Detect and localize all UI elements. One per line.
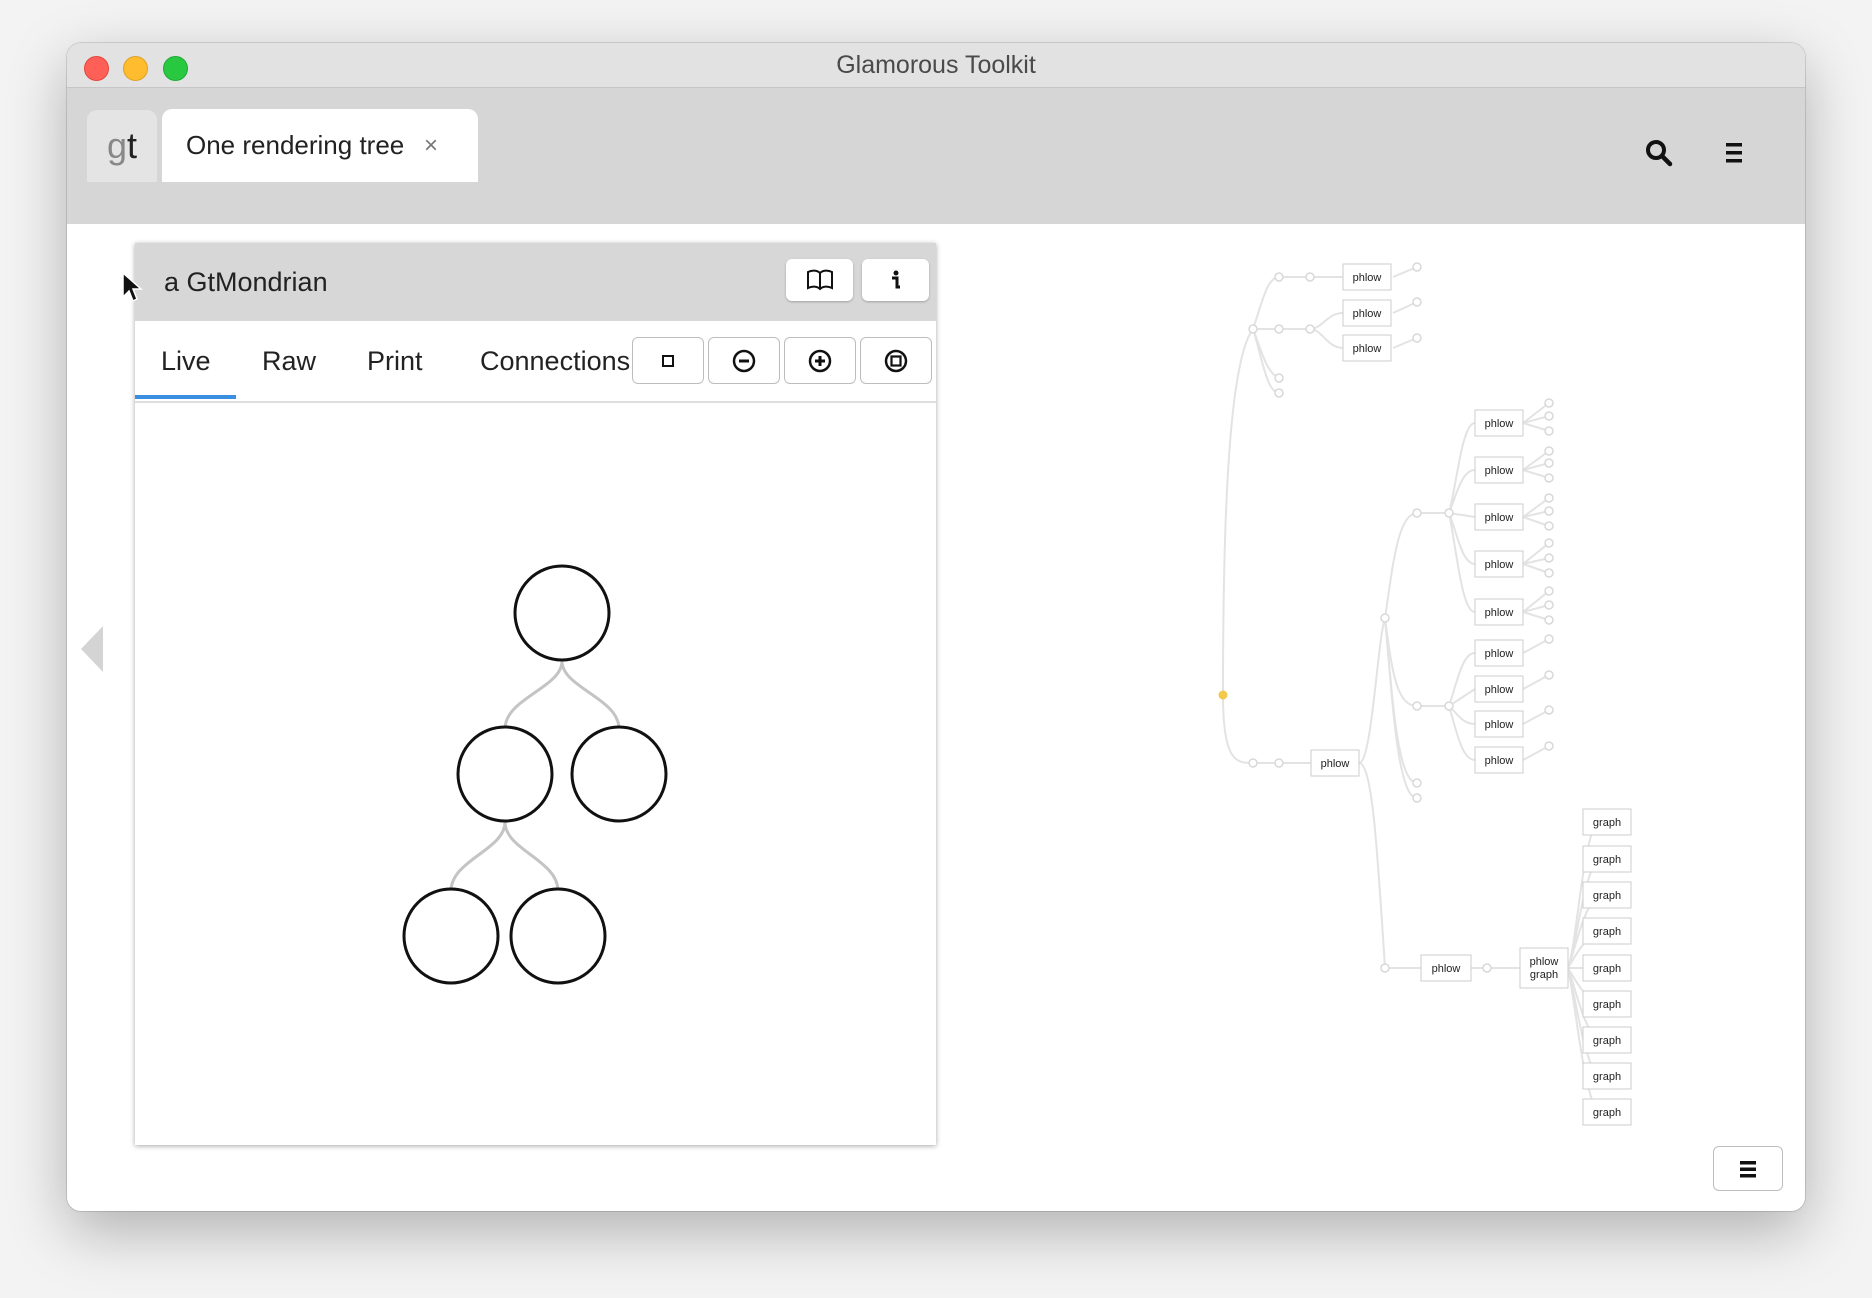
tree-phlow-node[interactable]: phlow [1474,746,1524,774]
tree-phlow-graph-node[interactable]: phlowgraph [1519,947,1569,989]
gt-logo-t: t [127,125,138,166]
svg-text:phlow: phlow [1485,559,1514,571]
tab-one-rendering-tree[interactable]: One rendering tree × [162,109,478,182]
info-button[interactable] [862,259,929,301]
mondrian-node[interactable] [509,887,607,985]
search-icon[interactable] [1643,137,1675,169]
tree-graph-node[interactable]: graph [1582,1062,1632,1090]
view-tabs: Live Raw Print Connections [135,321,936,403]
tab-bar: gt One rendering tree × [67,88,1805,224]
svg-text:phlow: phlow [1485,465,1514,477]
tree-graph-node[interactable]: graph [1582,990,1632,1018]
info-icon [891,270,900,289]
book-icon [806,269,833,291]
zoom-in-button[interactable] [784,337,856,384]
zoom-to-fit-button[interactable] [860,337,932,384]
square-icon [662,354,674,367]
mondrian-canvas[interactable] [135,403,936,1145]
tree-phlow-node[interactable]: phlow [1474,550,1524,578]
svg-text:graph: graph [1530,969,1558,981]
tab-raw[interactable]: Raw [262,321,316,401]
tree-graph-node[interactable]: graph [1582,954,1632,982]
svg-text:phlow: phlow [1353,308,1382,320]
tree-graph-node[interactable]: graph [1582,1026,1632,1054]
svg-text:phlow: phlow [1353,343,1382,355]
zoom-to-fit-icon [884,349,908,372]
tree-phlow-node[interactable]: phlow [1310,749,1360,777]
svg-text:phlow: phlow [1485,512,1514,524]
tree-graph-node[interactable]: graph [1582,1098,1632,1126]
rendering-tree-view[interactable]: phlow phlow phlow phlow phlow phlow phlo… [1167,243,1667,1143]
zoom-out-button[interactable] [708,337,780,384]
svg-text:graph: graph [1593,817,1621,829]
svg-text:phlow: phlow [1321,758,1350,770]
tree-phlow-node[interactable]: phlow [1342,299,1392,327]
mondrian-node[interactable] [402,887,500,985]
book-button[interactable] [786,259,853,301]
tree-phlow-node[interactable]: phlow [1474,710,1524,738]
inspector-pane: a GtMondrian Live Raw Print Connections [135,243,936,1145]
svg-text:graph: graph [1593,926,1621,938]
tree-phlow-node[interactable]: phlow [1420,954,1472,982]
tree-phlow-node[interactable]: phlow [1474,456,1524,484]
svg-text:phlow: phlow [1485,719,1514,731]
mondrian-node[interactable] [570,725,668,823]
previous-pane-arrow-icon[interactable] [81,626,103,672]
svg-text:phlow: phlow [1353,272,1382,284]
svg-text:phlow: phlow [1485,648,1514,660]
svg-text:phlow: phlow [1530,956,1559,968]
svg-text:graph: graph [1593,1071,1621,1083]
zoom-out-icon [732,349,756,372]
tree-phlow-node[interactable]: phlow [1474,598,1524,626]
tree-root-node[interactable] [1218,690,1228,700]
gt-home-tab[interactable]: gt [87,110,157,182]
app-window: Glamorous Toolkit gt One rendering tree … [67,43,1805,1211]
tree-phlow-node[interactable]: phlow [1342,334,1392,362]
tab-close-icon[interactable]: × [424,109,438,182]
window-title: Glamorous Toolkit [836,51,1036,79]
gt-logo-g: g [106,125,127,166]
active-tab-indicator [135,395,236,399]
menu-icon[interactable] [1718,137,1750,169]
tree-graph-node[interactable]: graph [1582,917,1632,945]
pane-header: a GtMondrian [135,243,936,321]
square-button[interactable] [632,337,704,384]
tab-label: One rendering tree [186,130,405,160]
tree-phlow-node[interactable]: phlow [1474,675,1524,703]
tree-phlow-node[interactable]: phlow [1474,409,1524,437]
tree-graph-node[interactable]: graph [1582,881,1632,909]
zoom-in-icon [808,349,832,372]
svg-text:phlow: phlow [1485,607,1514,619]
mondrian-node[interactable] [513,564,611,662]
tree-phlow-node[interactable]: phlow [1474,503,1524,531]
svg-text:graph: graph [1593,1035,1621,1047]
mouse-cursor-icon [122,271,143,303]
tab-connections[interactable]: Connections [480,321,630,401]
svg-text:graph: graph [1593,963,1621,975]
title-bar: Glamorous Toolkit [67,43,1805,88]
svg-text:graph: graph [1593,854,1621,866]
svg-text:graph: graph [1593,999,1621,1011]
svg-text:phlow: phlow [1485,755,1514,767]
svg-text:phlow: phlow [1485,418,1514,430]
pane-title: a GtMondrian [164,267,328,297]
svg-text:graph: graph [1593,1107,1621,1119]
tree-graph-node[interactable]: graph [1582,845,1632,873]
bottom-menu-button[interactable] [1713,1146,1783,1191]
mondrian-node[interactable] [456,725,554,823]
svg-text:phlow: phlow [1432,963,1461,975]
menu-icon [1740,1160,1756,1177]
svg-text:phlow: phlow [1485,684,1514,696]
tree-phlow-node[interactable]: phlow [1342,263,1392,291]
tab-print[interactable]: Print [367,321,423,401]
tree-graph-node[interactable]: graph [1582,808,1632,836]
svg-text:graph: graph [1593,890,1621,902]
tab-live[interactable]: Live [161,321,211,401]
tree-phlow-node[interactable]: phlow [1474,639,1524,667]
